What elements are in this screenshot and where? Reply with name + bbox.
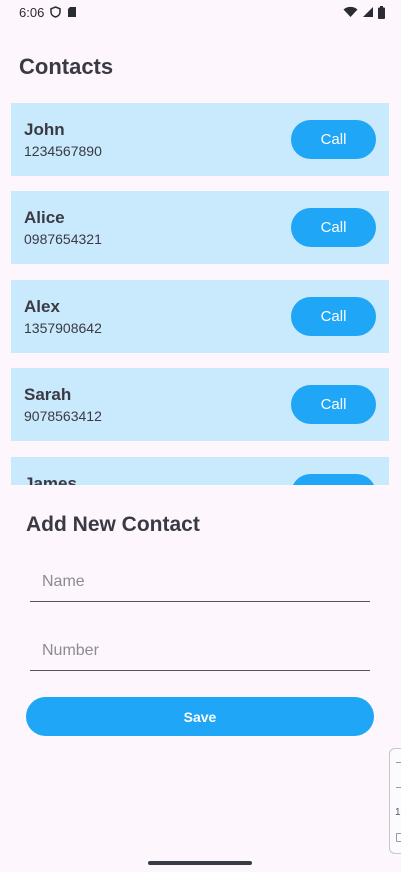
shield-icon [50, 6, 62, 18]
contact-number: 1234567890 [24, 143, 102, 159]
signal-icon [362, 6, 374, 18]
contact-card: James [11, 456, 389, 485]
contact-name: Alice [24, 208, 65, 228]
contact-card: John 1234567890 Call [11, 103, 389, 176]
battery-icon [378, 5, 385, 19]
add-contact-title: Add New Contact [26, 513, 200, 536]
page-title: Contacts [19, 54, 114, 79]
name-input[interactable] [30, 562, 370, 601]
contact-name: Alex [24, 296, 60, 316]
call-button[interactable] [291, 473, 376, 485]
contact-name: Sarah [24, 385, 72, 405]
divider-line [396, 787, 401, 788]
sd-card-icon [67, 6, 77, 18]
call-button[interactable]: Call [291, 385, 376, 425]
contact-number: 1357908642 [24, 319, 102, 336]
number-input[interactable] [30, 631, 370, 670]
save-button[interactable]: Save [26, 697, 374, 736]
call-button[interactable]: Call [291, 296, 376, 336]
contact-card: Alex 1357908642 Call [11, 279, 389, 353]
contact-number: 9078563412 [24, 408, 102, 425]
home-indicator[interactable] [148, 861, 252, 865]
clipboard-icon [396, 833, 401, 842]
contact-name: John [24, 120, 65, 139]
contact-name: James [24, 473, 77, 485]
contact-list[interactable]: John 1234567890 Call Alice 0987654321 Ca… [11, 103, 389, 485]
number-field [30, 631, 370, 671]
side-panel-handle[interactable]: 1 [389, 748, 401, 854]
call-button[interactable]: Call [291, 120, 376, 159]
call-button[interactable]: Call [291, 208, 376, 248]
contact-card: Sarah 9078563412 Call [11, 368, 389, 442]
contact-number: 0987654321 [24, 231, 102, 248]
divider-line [396, 762, 401, 763]
name-field [30, 562, 370, 602]
status-time: 6:06 [19, 4, 45, 20]
side-panel-text: 1 [395, 807, 401, 818]
contact-card: Alice 0987654321 Call [11, 191, 389, 265]
wifi-icon [343, 6, 358, 18]
status-bar: 6:06 [0, 0, 401, 24]
